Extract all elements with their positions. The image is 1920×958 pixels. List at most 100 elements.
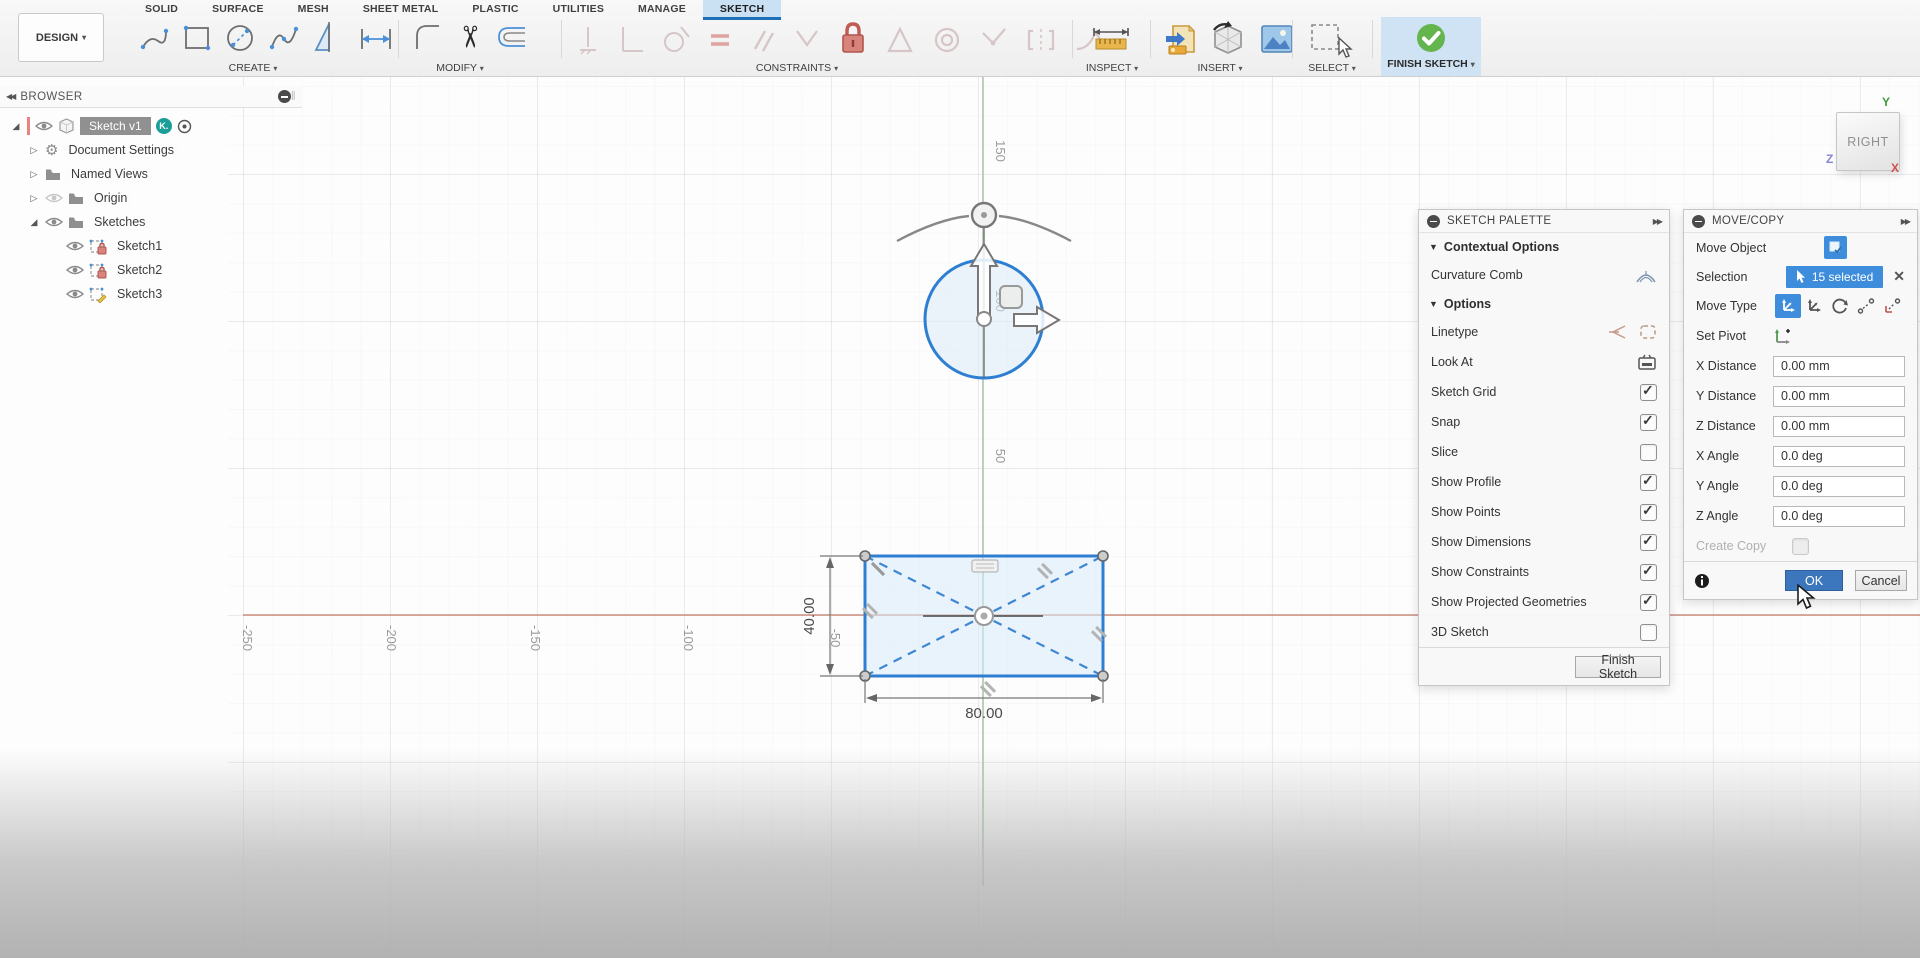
tab-utilities[interactable]: UTILITIES (536, 0, 621, 17)
tab-solid[interactable]: SOLID (128, 0, 195, 17)
tree-row-sketches[interactable]: ◢ Sketches (0, 210, 302, 234)
tree-row-named-views[interactable]: ▷ Named Views (0, 162, 302, 186)
tree-row-root[interactable]: ◢ Sketch v1 K. (0, 114, 302, 138)
show-constraints-checkbox[interactable] (1640, 564, 1657, 581)
constraints-group[interactable]: CONSTRAINTS ▾ (756, 62, 838, 74)
move-type-free-move[interactable] (1775, 294, 1801, 318)
tab-manage[interactable]: MANAGE (621, 0, 703, 17)
eye-icon[interactable] (66, 264, 84, 276)
lock-icon[interactable] (837, 20, 869, 60)
centerline-icon[interactable] (1607, 324, 1627, 340)
look-at-icon[interactable] (1637, 354, 1657, 371)
eye-icon[interactable] (35, 120, 53, 132)
move-type-translate[interactable] (1801, 294, 1827, 318)
eye-icon[interactable] (66, 288, 84, 300)
horizontal-vertical-constraint-icon[interactable] (617, 23, 645, 57)
document-name[interactable]: Sketch v1 (80, 117, 151, 135)
expand-triangle-icon[interactable]: ◢ (10, 121, 22, 132)
minus-circle-icon[interactable] (1692, 215, 1705, 228)
move-type-point-to-position[interactable] (1879, 294, 1905, 318)
spline-icon[interactable] (268, 21, 300, 55)
tree-item-label[interactable]: Origin (89, 190, 132, 206)
dock-panel-icon[interactable]: ▶▶ (1901, 217, 1909, 226)
set-pivot-icon[interactable] (1773, 326, 1793, 346)
move-manipulator[interactable] (897, 203, 1071, 333)
create-group[interactable]: CREATE ▾ (229, 62, 278, 74)
collapsed-triangle-icon[interactable]: ▷ (28, 193, 40, 204)
tab-plastic[interactable]: PLASTIC (455, 0, 535, 17)
eye-icon[interactable] (66, 240, 84, 252)
collinear-constraint-icon[interactable] (793, 23, 821, 57)
tree-item-label[interactable]: Sketch3 (112, 286, 167, 302)
tree-row-sketch3[interactable]: Sketch3 (0, 282, 302, 306)
concentric-constraint-icon[interactable] (931, 23, 963, 57)
x-distance-input[interactable] (1773, 356, 1905, 377)
collapsed-triangle-icon[interactable]: ▷ (28, 169, 40, 180)
manipulator-center-point[interactable] (977, 312, 991, 326)
collapse-panel-icon[interactable]: ◀◀ (6, 92, 14, 101)
fix-constraint-icon[interactable] (575, 23, 601, 57)
show-profile-checkbox[interactable] (1640, 474, 1657, 491)
y-angle-input[interactable] (1773, 476, 1905, 497)
move-copy-header[interactable]: MOVE/COPY ▶▶ (1684, 210, 1917, 233)
avatar[interactable]: K. (156, 118, 172, 134)
sketch-grid-checkbox[interactable] (1640, 384, 1657, 401)
z-angle-input[interactable] (1773, 506, 1905, 527)
tab-sketch[interactable]: SKETCH (703, 0, 781, 20)
dimension-icon[interactable] (358, 21, 394, 55)
tree-item-label[interactable]: Named Views (66, 166, 153, 182)
width-dimension[interactable]: 80.00 (965, 705, 1003, 722)
insert-group[interactable]: INSERT ▾ (1197, 62, 1242, 74)
move-type-rotate[interactable] (1827, 294, 1853, 318)
tab-sheet-metal[interactable]: SHEET METAL (346, 0, 456, 17)
tree-row-sketch2[interactable]: Sketch2 (0, 258, 302, 282)
circle-icon[interactable] (224, 21, 256, 55)
inspect-group[interactable]: INSPECT ▾ (1086, 62, 1138, 74)
rotate-handle-arc[interactable] (897, 216, 969, 241)
rectangle-sketch[interactable] (860, 551, 1108, 696)
move-type-point-to-point[interactable] (1853, 294, 1879, 318)
finish-sketch-palette-button[interactable]: Finish Sketch (1575, 656, 1661, 678)
dimension-badge[interactable] (972, 560, 998, 572)
z-distance-input[interactable] (1773, 416, 1905, 437)
show-projected-geometries-checkbox[interactable] (1640, 594, 1657, 611)
tree-item-label[interactable]: Document Settings (63, 142, 179, 158)
select-box-icon[interactable] (1308, 20, 1354, 58)
selection-count-button[interactable]: 15 selected (1786, 266, 1883, 288)
x-angle-input[interactable] (1773, 446, 1905, 467)
workspace-selector[interactable]: DESIGN ▾ (18, 13, 104, 62)
rotate-handle-arc[interactable] (999, 216, 1071, 241)
info-icon[interactable] (1694, 573, 1710, 589)
eye-hidden-icon[interactable] (45, 192, 63, 204)
measure-icon[interactable] (1090, 20, 1132, 56)
tangent-constraint-icon[interactable] (661, 23, 691, 57)
show-dimensions-checkbox[interactable] (1640, 534, 1657, 551)
polygon-constraint-icon[interactable] (885, 23, 915, 57)
tab-mesh[interactable]: MESH (281, 0, 346, 17)
browser-header[interactable]: ◀◀ BROWSER ‖ (0, 86, 302, 108)
plane-move-handle[interactable] (1000, 286, 1022, 308)
section-options[interactable]: ▼ Options (1419, 290, 1669, 317)
midpoint-constraint-icon[interactable] (979, 23, 1009, 57)
tree-item-label[interactable]: Sketches (89, 214, 150, 230)
parallel-constraint-icon[interactable] (749, 23, 777, 57)
equal-constraint-icon[interactable] (707, 23, 733, 57)
section-contextual-options[interactable]: ▼ Contextual Options (1419, 233, 1669, 260)
tree-item-label[interactable]: Sketch1 (112, 238, 167, 254)
3d-sketch-checkbox[interactable] (1640, 624, 1657, 641)
slice-checkbox[interactable] (1640, 444, 1657, 461)
tree-row-sketch1[interactable]: Sketch1 (0, 234, 302, 258)
dock-panel-icon[interactable]: ▶▶ (1653, 217, 1661, 226)
curvature-comb-icon[interactable] (1635, 266, 1657, 284)
clear-selection-icon[interactable]: ✕ (1893, 268, 1905, 285)
modify-group[interactable]: MODIFY ▾ (436, 62, 484, 74)
tab-surface[interactable]: SURFACE (195, 0, 281, 17)
tree-item-label[interactable]: Sketch2 (112, 262, 167, 278)
fillet-icon[interactable] (412, 20, 442, 54)
tree-row-document-settings[interactable]: ▷ ⚙ Document Settings (0, 138, 302, 162)
height-dimension[interactable]: 40.00 (801, 597, 818, 635)
cancel-button[interactable]: Cancel (1855, 570, 1907, 591)
insert-image-icon[interactable] (1259, 22, 1295, 56)
minus-circle-icon[interactable] (278, 90, 291, 103)
insert-svg-icon[interactable] (1163, 20, 1197, 58)
